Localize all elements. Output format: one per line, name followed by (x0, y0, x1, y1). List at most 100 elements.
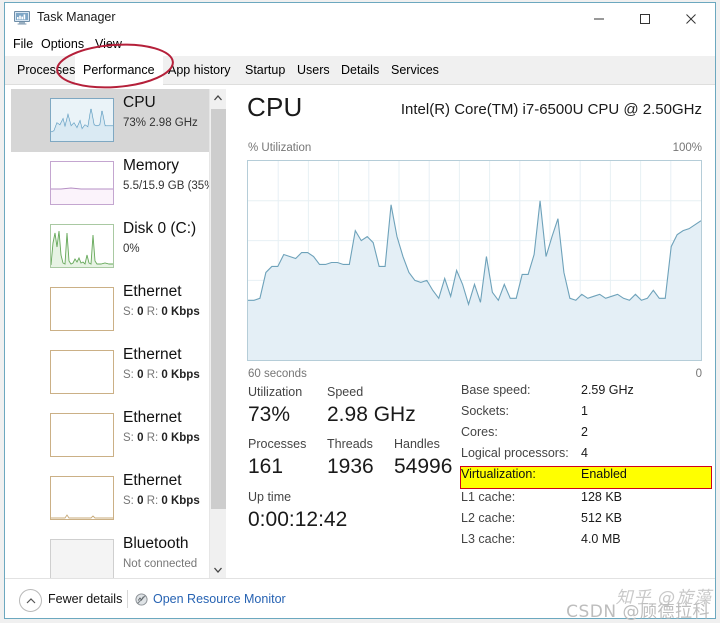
menu-item-options[interactable]: Options (41, 37, 84, 51)
maximize-icon (640, 13, 650, 24)
recv-value: 0 Kbps (161, 432, 200, 444)
detail-row-l2-cache: L2 cache: 512 KB (461, 511, 711, 532)
cpu-chart-svg (248, 161, 701, 360)
graph-x-axis-right: 0 (695, 368, 702, 380)
tab-services[interactable]: Services (383, 56, 447, 85)
stat-value-threads: 1936 (327, 455, 374, 478)
sidebar-item-title: Ethernet (123, 346, 182, 363)
stat-label-threads: Threads (327, 437, 373, 451)
detail-row-logical-processors: Logical processors: 4 (461, 446, 711, 467)
sidebar-item-title: CPU (123, 94, 156, 111)
send-value: 0 (137, 306, 144, 318)
bluetooth-thumbnail-graph (50, 539, 114, 578)
tab-app-history[interactable]: App history (160, 56, 239, 85)
tab-details[interactable]: Details (333, 56, 387, 85)
detail-row-l1-cache: L1 cache: 128 KB (461, 490, 711, 511)
sidebar-item-subtitle: S: 0 R: 0 Kbps (123, 306, 200, 318)
fewer-details-toggle[interactable] (19, 589, 42, 612)
close-button[interactable] (668, 3, 714, 34)
content-area: CPU 73% 2.98 GHz Memory 5.5/15.9 GB (35%… (5, 85, 715, 580)
sidebar-item-subtitle: 0% (123, 243, 140, 255)
scroll-up-button[interactable] (210, 89, 226, 106)
cpu-thumbnail-graph (50, 98, 114, 142)
sidebar-item-memory[interactable]: Memory 5.5/15.9 GB (35%) (11, 152, 209, 215)
sidebar-item-subtitle: S: 0 R: 0 Kbps (123, 432, 200, 444)
sidebar-item-ethernet-4[interactable]: Ethernet S: 0 R: 0 Kbps (11, 467, 209, 530)
tab-processes[interactable]: Processes (9, 56, 83, 85)
sidebar-item-subtitle: Not connected (123, 558, 198, 570)
sidebar-item-ethernet-3[interactable]: Ethernet S: 0 R: 0 Kbps (11, 404, 209, 467)
sidebar-item-title: Ethernet (123, 409, 182, 426)
stat-value-handles: 54996 (394, 455, 453, 478)
open-resource-monitor-link[interactable]: Open Resource Monitor (153, 592, 286, 606)
detail-value: 2 (581, 425, 588, 439)
detail-row-sockets: Sockets: 1 (461, 404, 711, 425)
stat-label-processes: Processes (248, 437, 307, 451)
memory-thumbnail-graph (50, 161, 114, 205)
chevron-down-icon (214, 567, 222, 573)
detail-row-l3-cache: L3 cache: 4.0 MB (461, 532, 711, 553)
stat-label-speed: Speed (327, 385, 364, 399)
detail-value: Enabled (581, 467, 627, 481)
detail-key: L3 cache: (461, 532, 516, 546)
menu-item-view[interactable]: View (95, 37, 122, 51)
stat-label-uptime: Up time (248, 490, 292, 504)
close-icon (686, 13, 696, 24)
task-manager-icon (14, 11, 30, 25)
stat-label-handles: Handles (394, 437, 440, 451)
maximize-button[interactable] (622, 3, 668, 34)
minimize-button[interactable] (576, 3, 622, 34)
detail-value: 512 KB (581, 511, 623, 525)
detail-key: Base speed: (461, 383, 531, 397)
tab-startup[interactable]: Startup (237, 56, 293, 85)
detail-value: 1 (581, 404, 588, 418)
stat-value-uptime: 0:00:12:42 (248, 508, 348, 531)
menu-item-file[interactable]: File (13, 37, 33, 51)
tab-users[interactable]: Users (289, 56, 338, 85)
fewer-details-label[interactable]: Fewer details (48, 592, 122, 606)
task-manager-screenshot: Task Manager File Options View Processes… (0, 0, 720, 623)
sidebar-item-title: Disk 0 (C:) (123, 220, 197, 237)
sidebar-item-bluetooth[interactable]: Bluetooth Not connected (11, 530, 209, 578)
sidebar-item-ethernet-2[interactable]: Ethernet S: 0 R: 0 Kbps (11, 341, 209, 404)
recv-value: 0 Kbps (161, 369, 200, 381)
recv-label: R: (146, 495, 159, 507)
cpu-model-label: Intel(R) Core(TM) i7-6500U CPU @ 2.50GHz (400, 101, 702, 118)
ethernet-thumbnail-graph (50, 287, 114, 331)
sidebar-item-subtitle: S: 0 R: 0 Kbps (123, 495, 200, 507)
stat-value-utilization: 73% (248, 403, 291, 426)
sidebar-item-disk[interactable]: Disk 0 (C:) 0% (11, 215, 209, 278)
detail-key: Sockets: (461, 404, 509, 418)
send-label: S: (123, 495, 134, 507)
recv-value: 0 Kbps (161, 306, 200, 318)
scrollbar-thumb[interactable] (211, 109, 226, 509)
chevron-up-icon (214, 94, 222, 100)
graph-y-axis-max: 100% (672, 142, 702, 154)
recv-value: 0 Kbps (161, 495, 200, 507)
sidebar-item-ethernet-1[interactable]: Ethernet S: 0 R: 0 Kbps (11, 278, 209, 341)
send-value: 0 (137, 432, 144, 444)
ethernet-thumbnail-graph (50, 413, 114, 457)
detail-row-cores: Cores: 2 (461, 425, 711, 446)
recv-label: R: (146, 369, 159, 381)
detail-key: Logical processors: (461, 446, 569, 460)
scroll-down-button[interactable] (210, 561, 226, 578)
sidebar-item-cpu[interactable]: CPU 73% 2.98 GHz (11, 89, 209, 152)
tab-performance[interactable]: Performance (75, 56, 163, 85)
window-title: Task Manager (37, 10, 116, 24)
cpu-utilization-graph (247, 160, 702, 361)
stat-value-speed: 2.98 GHz (327, 403, 416, 426)
sidebar-scrollbar[interactable] (209, 89, 226, 578)
resource-monitor-icon (135, 593, 148, 606)
ethernet-thumbnail-graph (50, 476, 114, 520)
sidebar-item-title: Memory (123, 157, 179, 174)
recv-label: R: (146, 432, 159, 444)
stat-label-utilization: Utilization (248, 385, 303, 399)
graph-y-axis-label: % Utilization (248, 142, 312, 154)
sidebar-item-subtitle: 73% 2.98 GHz (123, 117, 198, 129)
detail-value: 4 (581, 446, 588, 460)
recv-label: R: (146, 306, 159, 318)
sidebar-item-subtitle: 5.5/15.9 GB (35%) (123, 180, 209, 192)
send-value: 0 (137, 369, 144, 381)
ethernet-thumbnail-graph (50, 350, 114, 394)
